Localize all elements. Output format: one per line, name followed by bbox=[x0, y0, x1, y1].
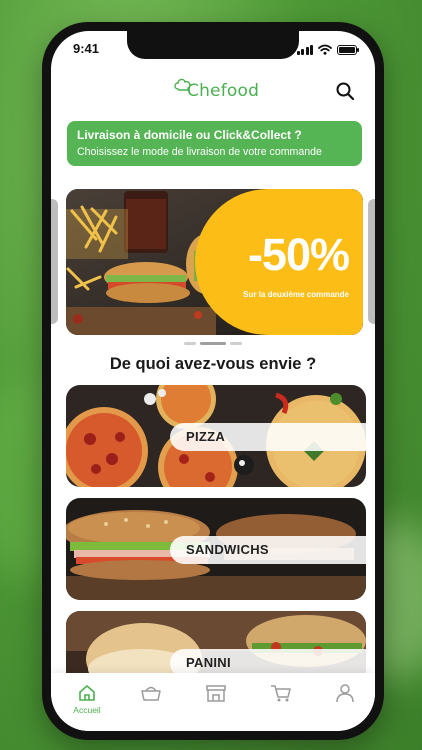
carousel-dot-active[interactable] bbox=[200, 342, 226, 345]
tab-profile[interactable] bbox=[325, 683, 365, 703]
carousel-dot[interactable] bbox=[184, 342, 196, 345]
carousel-indicator bbox=[51, 342, 375, 345]
app-screen: 9:41 Chefood Livraison à domicile ou Cli… bbox=[51, 31, 375, 731]
carousel-dot[interactable] bbox=[230, 342, 242, 345]
delivery-title: Livraison à domicile ou Click&Collect ? bbox=[77, 128, 302, 142]
basket-icon bbox=[141, 686, 161, 701]
category-label: PIZZA bbox=[186, 429, 226, 444]
category-label: PANINI bbox=[186, 655, 231, 670]
category-card-pizza[interactable]: PIZZA bbox=[66, 385, 366, 487]
tab-label-home: Accueil bbox=[73, 705, 101, 715]
cart-icon bbox=[271, 685, 291, 702]
wifi-icon bbox=[318, 44, 332, 55]
app-header: Chefood bbox=[51, 71, 375, 111]
search-icon bbox=[336, 82, 355, 101]
category-label-pill: SANDWICHS bbox=[170, 536, 366, 564]
logo-text: Chefood bbox=[187, 81, 260, 101]
delivery-mode-card[interactable]: Livraison à domicile ou Click&Collect ? … bbox=[67, 121, 362, 166]
phone-notch bbox=[127, 31, 299, 59]
carousel-next-peek[interactable] bbox=[368, 199, 375, 324]
battery-icon bbox=[337, 45, 359, 55]
bottom-tab-bar: Accueil bbox=[51, 673, 375, 731]
section-title: De quoi avez-vous envie ? bbox=[109, 355, 317, 373]
store-icon bbox=[206, 685, 226, 702]
tab-home[interactable]: Accueil bbox=[67, 683, 107, 715]
phone-frame: 9:41 Chefood Livraison à domicile ou Cli… bbox=[42, 22, 384, 740]
cellular-signal-icon bbox=[296, 45, 313, 55]
category-card-sandwichs[interactable]: SANDWICHS bbox=[66, 498, 366, 600]
home-icon bbox=[79, 685, 95, 701]
status-icons bbox=[296, 44, 359, 55]
promo-banner[interactable]: -50% Sur la deuxième commande bbox=[66, 189, 363, 335]
tab-cart[interactable] bbox=[261, 683, 301, 703]
promo-badge: -50% Sur la deuxième commande bbox=[195, 189, 363, 335]
category-label-pill: PIZZA bbox=[170, 423, 366, 451]
tab-basket[interactable] bbox=[131, 683, 171, 703]
delivery-subtitle: Choisissez le mode de livraison de votre… bbox=[77, 146, 322, 158]
search-button[interactable] bbox=[335, 81, 355, 101]
promo-value: -50% bbox=[247, 229, 350, 280]
user-icon bbox=[336, 684, 354, 703]
category-label: SANDWICHS bbox=[186, 542, 269, 557]
status-time: 9:41 bbox=[73, 41, 100, 56]
carousel-prev-peek[interactable] bbox=[51, 199, 58, 324]
tab-store[interactable] bbox=[196, 683, 236, 703]
promo-caption: Sur la deuxième commande bbox=[243, 290, 349, 299]
app-logo[interactable]: Chefood bbox=[173, 77, 259, 101]
